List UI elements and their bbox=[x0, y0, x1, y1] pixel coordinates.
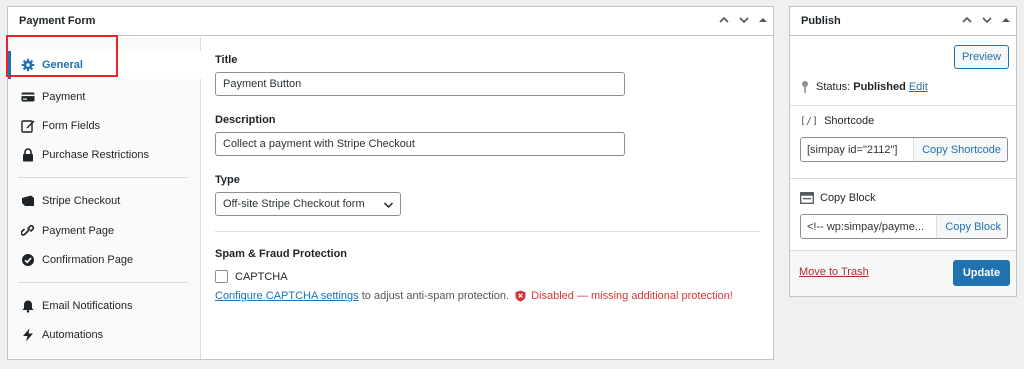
chevron-down-icon bbox=[383, 200, 394, 213]
tab-email-notifications-label: Email Notifications bbox=[42, 300, 133, 312]
preview-button[interactable]: Preview bbox=[954, 45, 1009, 69]
type-select[interactable]: Off-site Stripe Checkout form bbox=[215, 192, 401, 216]
copy-block-row: Copy Block bbox=[800, 192, 876, 204]
tab-general[interactable]: General bbox=[8, 51, 201, 79]
update-button[interactable]: Update bbox=[953, 260, 1010, 286]
lock-icon bbox=[20, 147, 36, 163]
status-edit-link[interactable]: Edit bbox=[909, 81, 928, 93]
credit-card-icon bbox=[20, 89, 36, 105]
payment-form-handle-actions bbox=[717, 13, 769, 27]
tab-payment[interactable]: Payment bbox=[8, 83, 194, 111]
move-up-icon[interactable] bbox=[717, 13, 731, 27]
captcha-option[interactable]: CAPTCHA bbox=[215, 270, 288, 283]
shortcode-label: Shortcode bbox=[824, 115, 875, 127]
type-label: Type bbox=[215, 174, 240, 186]
status-row: Status: Published Edit bbox=[800, 80, 928, 94]
stripe-checkout-icon bbox=[20, 193, 36, 209]
tab-purchase-restrictions-label: Purchase Restrictions bbox=[42, 149, 149, 161]
type-select-value: Off-site Stripe Checkout form bbox=[223, 198, 365, 210]
captcha-label: CAPTCHA bbox=[235, 270, 288, 283]
description-input[interactable] bbox=[215, 132, 625, 156]
publish-panel: Publish Preview Status: Published Edit [… bbox=[789, 6, 1017, 297]
bell-icon bbox=[20, 298, 36, 314]
payment-form-header: Payment Form bbox=[8, 7, 773, 36]
publish-header: Publish bbox=[790, 7, 1016, 36]
move-down-icon[interactable] bbox=[980, 13, 994, 27]
publish-handle-actions bbox=[960, 13, 1012, 27]
captcha-checkbox[interactable] bbox=[215, 270, 228, 283]
payment-form-title: Payment Form bbox=[19, 15, 96, 27]
collapse-toggle-icon[interactable] bbox=[1000, 14, 1012, 26]
tab-payment-page[interactable]: Payment Page bbox=[8, 217, 194, 245]
captcha-help: Configure CAPTCHA settings to adjust ant… bbox=[215, 290, 733, 302]
block-field[interactable]: <!-- wp:simpay/payme... Copy Block bbox=[800, 214, 1008, 239]
move-down-icon[interactable] bbox=[737, 13, 751, 27]
tab-purchase-restrictions[interactable]: Purchase Restrictions bbox=[8, 141, 194, 169]
shortcode-value: [simpay id="2112"] bbox=[807, 143, 898, 156]
gear-icon bbox=[20, 57, 36, 73]
tab-automations-label: Automations bbox=[42, 329, 104, 341]
tab-general-label: General bbox=[42, 59, 83, 71]
publish-divider bbox=[790, 178, 1016, 179]
tab-email-notifications[interactable]: Email Notifications bbox=[8, 292, 194, 320]
tab-payment-label: Payment bbox=[42, 91, 86, 103]
move-to-trash-link[interactable]: Move to Trash bbox=[799, 266, 869, 278]
tab-form-fields-label: Form Fields bbox=[42, 120, 101, 132]
tab-divider bbox=[18, 177, 188, 178]
configure-captcha-link[interactable]: Configure CAPTCHA settings bbox=[215, 290, 359, 302]
check-circle-icon bbox=[20, 252, 36, 268]
link-icon bbox=[20, 223, 36, 239]
move-up-icon[interactable] bbox=[960, 13, 974, 27]
tab-stripe-checkout[interactable]: Stripe Checkout bbox=[8, 187, 194, 215]
spam-fraud-label: Spam & Fraud Protection bbox=[215, 248, 348, 260]
settings-tabs: General Payment Form Fields Purchase Res… bbox=[8, 37, 201, 359]
tab-payment-page-label: Payment Page bbox=[42, 225, 115, 237]
pin-icon bbox=[800, 80, 810, 94]
lightning-icon bbox=[20, 327, 36, 343]
collapse-toggle-icon[interactable] bbox=[757, 14, 769, 26]
captcha-warning-text: Disabled — missing additional protection… bbox=[531, 290, 733, 302]
edit-icon bbox=[20, 118, 36, 134]
block-icon bbox=[800, 192, 814, 204]
captcha-warning: Disabled — missing additional protection… bbox=[515, 290, 733, 302]
block-value: <!-- wp:simpay/payme... bbox=[807, 220, 925, 233]
shortcode-icon: [/] bbox=[800, 115, 819, 127]
tab-confirmation-page-label: Confirmation Page bbox=[42, 254, 134, 266]
copy-shortcode-button[interactable]: Copy Shortcode bbox=[913, 138, 1007, 161]
status-value: Published bbox=[853, 81, 906, 93]
configure-captcha-suffix: to adjust anti-spam protection. bbox=[358, 290, 510, 302]
title-label: Title bbox=[215, 54, 238, 66]
copy-block-label: Copy Block bbox=[820, 192, 876, 204]
shortcode-row: [/] Shortcode bbox=[800, 115, 874, 127]
publish-title: Publish bbox=[801, 15, 841, 27]
publish-footer: Move to Trash Update bbox=[790, 250, 1016, 296]
shield-warning-icon bbox=[515, 290, 526, 302]
publish-divider bbox=[790, 105, 1016, 106]
copy-block-button[interactable]: Copy Block bbox=[936, 215, 1007, 238]
section-divider bbox=[215, 231, 760, 232]
shortcode-field[interactable]: [simpay id="2112"] Copy Shortcode bbox=[800, 137, 1008, 162]
tab-divider bbox=[18, 282, 188, 283]
payment-form-panel: Payment Form General Payment Form Fields… bbox=[7, 6, 774, 360]
tab-form-fields[interactable]: Form Fields bbox=[8, 112, 194, 140]
tab-automations[interactable]: Automations bbox=[8, 321, 194, 349]
tab-stripe-checkout-label: Stripe Checkout bbox=[42, 195, 121, 207]
description-label: Description bbox=[215, 114, 276, 126]
status-prefix: Status: bbox=[816, 81, 851, 93]
tab-confirmation-page[interactable]: Confirmation Page bbox=[8, 246, 194, 274]
title-input[interactable] bbox=[215, 72, 625, 96]
